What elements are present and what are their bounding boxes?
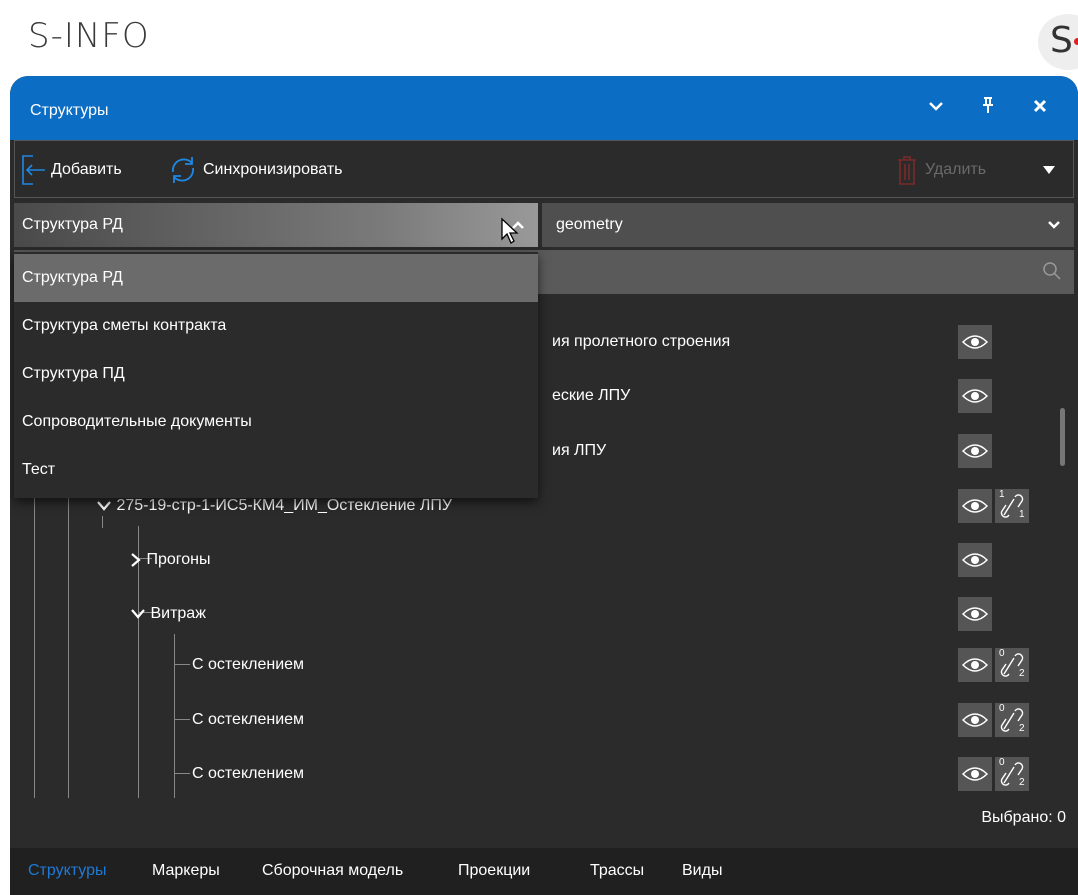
pin-icon[interactable]: [976, 96, 1000, 120]
tree-row-label: С остеклением: [192, 656, 305, 673]
link-count-top: 0: [999, 648, 1005, 659]
link-count-top: 0: [999, 703, 1005, 714]
link-count-button[interactable]: 1 1: [995, 489, 1029, 523]
tree-scrollbar[interactable]: [1060, 408, 1065, 466]
tab-projections[interactable]: Проекции: [458, 862, 530, 880]
chevron-right-icon[interactable]: [130, 552, 142, 568]
eye-icon[interactable]: [958, 434, 992, 468]
tree-line: [34, 496, 35, 798]
logo-dot: [1074, 38, 1078, 45]
tree-row[interactable]: Витраж: [130, 594, 206, 634]
tree-row[interactable]: Прогоны: [130, 540, 210, 580]
eye-icon[interactable]: [958, 325, 992, 359]
structure-select-value: Структура РД: [22, 216, 123, 233]
tree-row[interactable]: С остеклением: [192, 700, 304, 740]
tab-assembly-model[interactable]: Сборочная модель: [262, 862, 403, 880]
selected-count: Выбрано: 0: [981, 809, 1066, 826]
chevron-down-icon[interactable]: [130, 608, 146, 620]
tree-row-label: ия ЛПУ: [552, 442, 607, 459]
tree-row[interactable]: С остеклением: [192, 645, 304, 685]
eye-icon[interactable]: [958, 648, 992, 682]
toolbar-menu-button[interactable]: [1041, 155, 1057, 185]
structure-select[interactable]: Структура РД: [14, 203, 538, 247]
bottom-tabs: Структуры Маркеры Сборочная модель Проек…: [10, 848, 1078, 895]
add-button[interactable]: Добавить: [19, 155, 122, 185]
link-count-bottom: 1: [1019, 509, 1025, 520]
chevron-down-icon: [1046, 203, 1062, 247]
dropdown-option[interactable]: Структура ПД: [14, 350, 538, 398]
trash-icon: [898, 156, 916, 185]
tree-row-label: С остеклением: [192, 711, 305, 728]
app-title: S-INFO: [28, 16, 150, 56]
chevron-down-icon[interactable]: [96, 500, 112, 512]
link-count-top: 1: [999, 489, 1005, 500]
tree-line: [174, 773, 190, 774]
tree-row-label: ия пролетного строения: [552, 333, 731, 350]
logo-letter: S: [1050, 20, 1073, 61]
eye-icon[interactable]: [958, 597, 992, 631]
link-count-button[interactable]: 0 2: [995, 648, 1029, 682]
panel-header: Структуры: [10, 76, 1078, 140]
structures-panel: Структуры Добавить Синхронизировать Удал…: [10, 76, 1078, 895]
sync-label: Синхронизировать: [203, 161, 343, 178]
link-count-top: 0: [999, 757, 1005, 768]
link-count-bottom: 2: [1019, 723, 1025, 734]
tree-row[interactable]: ия пролетного строения: [552, 322, 730, 362]
tab-views[interactable]: Виды: [682, 862, 722, 880]
dropdown-option[interactable]: Сопроводительные документы: [14, 398, 538, 446]
structure-dropdown-list: Структура РД Структура сметы контракта С…: [14, 252, 538, 498]
geometry-select-value: geometry: [556, 216, 623, 233]
link-count-bottom: 2: [1019, 777, 1025, 788]
delete-button[interactable]: Удалить: [895, 155, 986, 185]
chevron-down-icon[interactable]: [924, 96, 948, 120]
tree-line: [68, 496, 69, 798]
add-icon: [22, 155, 45, 185]
link-count-bottom: 2: [1019, 668, 1025, 679]
add-label: Добавить: [51, 161, 122, 178]
tab-structures[interactable]: Структуры: [28, 862, 107, 880]
eye-icon[interactable]: [958, 489, 992, 523]
dropdown-option[interactable]: Тест: [14, 446, 538, 494]
tree-row-label: С остеклением: [192, 765, 305, 782]
sync-button[interactable]: Синхронизировать: [167, 155, 343, 185]
tree-row[interactable]: еские ЛПУ: [552, 376, 630, 416]
eye-icon[interactable]: [958, 379, 992, 413]
panel-title: Структуры: [30, 102, 109, 119]
toolbar: Добавить Синхронизировать Удалить: [14, 140, 1074, 198]
link-count-button[interactable]: 0 2: [995, 757, 1029, 791]
close-icon[interactable]: [1028, 96, 1052, 120]
eye-icon[interactable]: [958, 543, 992, 577]
dropdown-option[interactable]: Структура РД: [14, 254, 538, 302]
link-count-button[interactable]: 0 2: [995, 703, 1029, 737]
caret-down-icon: [1043, 166, 1055, 174]
tree-row-label: еские ЛПУ: [552, 387, 631, 404]
logo: S: [1038, 14, 1078, 70]
search-icon: [1042, 261, 1062, 286]
geometry-select[interactable]: geometry: [542, 203, 1074, 247]
tab-routes[interactable]: Трассы: [590, 862, 644, 880]
tab-markers[interactable]: Маркеры: [152, 862, 220, 880]
sync-icon: [172, 157, 194, 183]
tree-line: [174, 719, 190, 720]
delete-label: Удалить: [925, 161, 987, 178]
tree-row[interactable]: ия ЛПУ: [552, 431, 606, 471]
dropdown-option[interactable]: Структура сметы контракта: [14, 302, 538, 350]
tree-row-label: Прогоны: [146, 551, 211, 568]
tree-row-label: 275-19-стр-1-ИС5-КМ4_ИМ_Остекление ЛПУ: [116, 497, 453, 514]
tree-line: [174, 664, 190, 665]
tree-row[interactable]: С остеклением: [192, 754, 304, 794]
eye-icon[interactable]: [958, 703, 992, 737]
mouse-cursor-icon: [501, 217, 519, 244]
tree-row-label: Витраж: [150, 605, 206, 622]
eye-icon[interactable]: [958, 757, 992, 791]
